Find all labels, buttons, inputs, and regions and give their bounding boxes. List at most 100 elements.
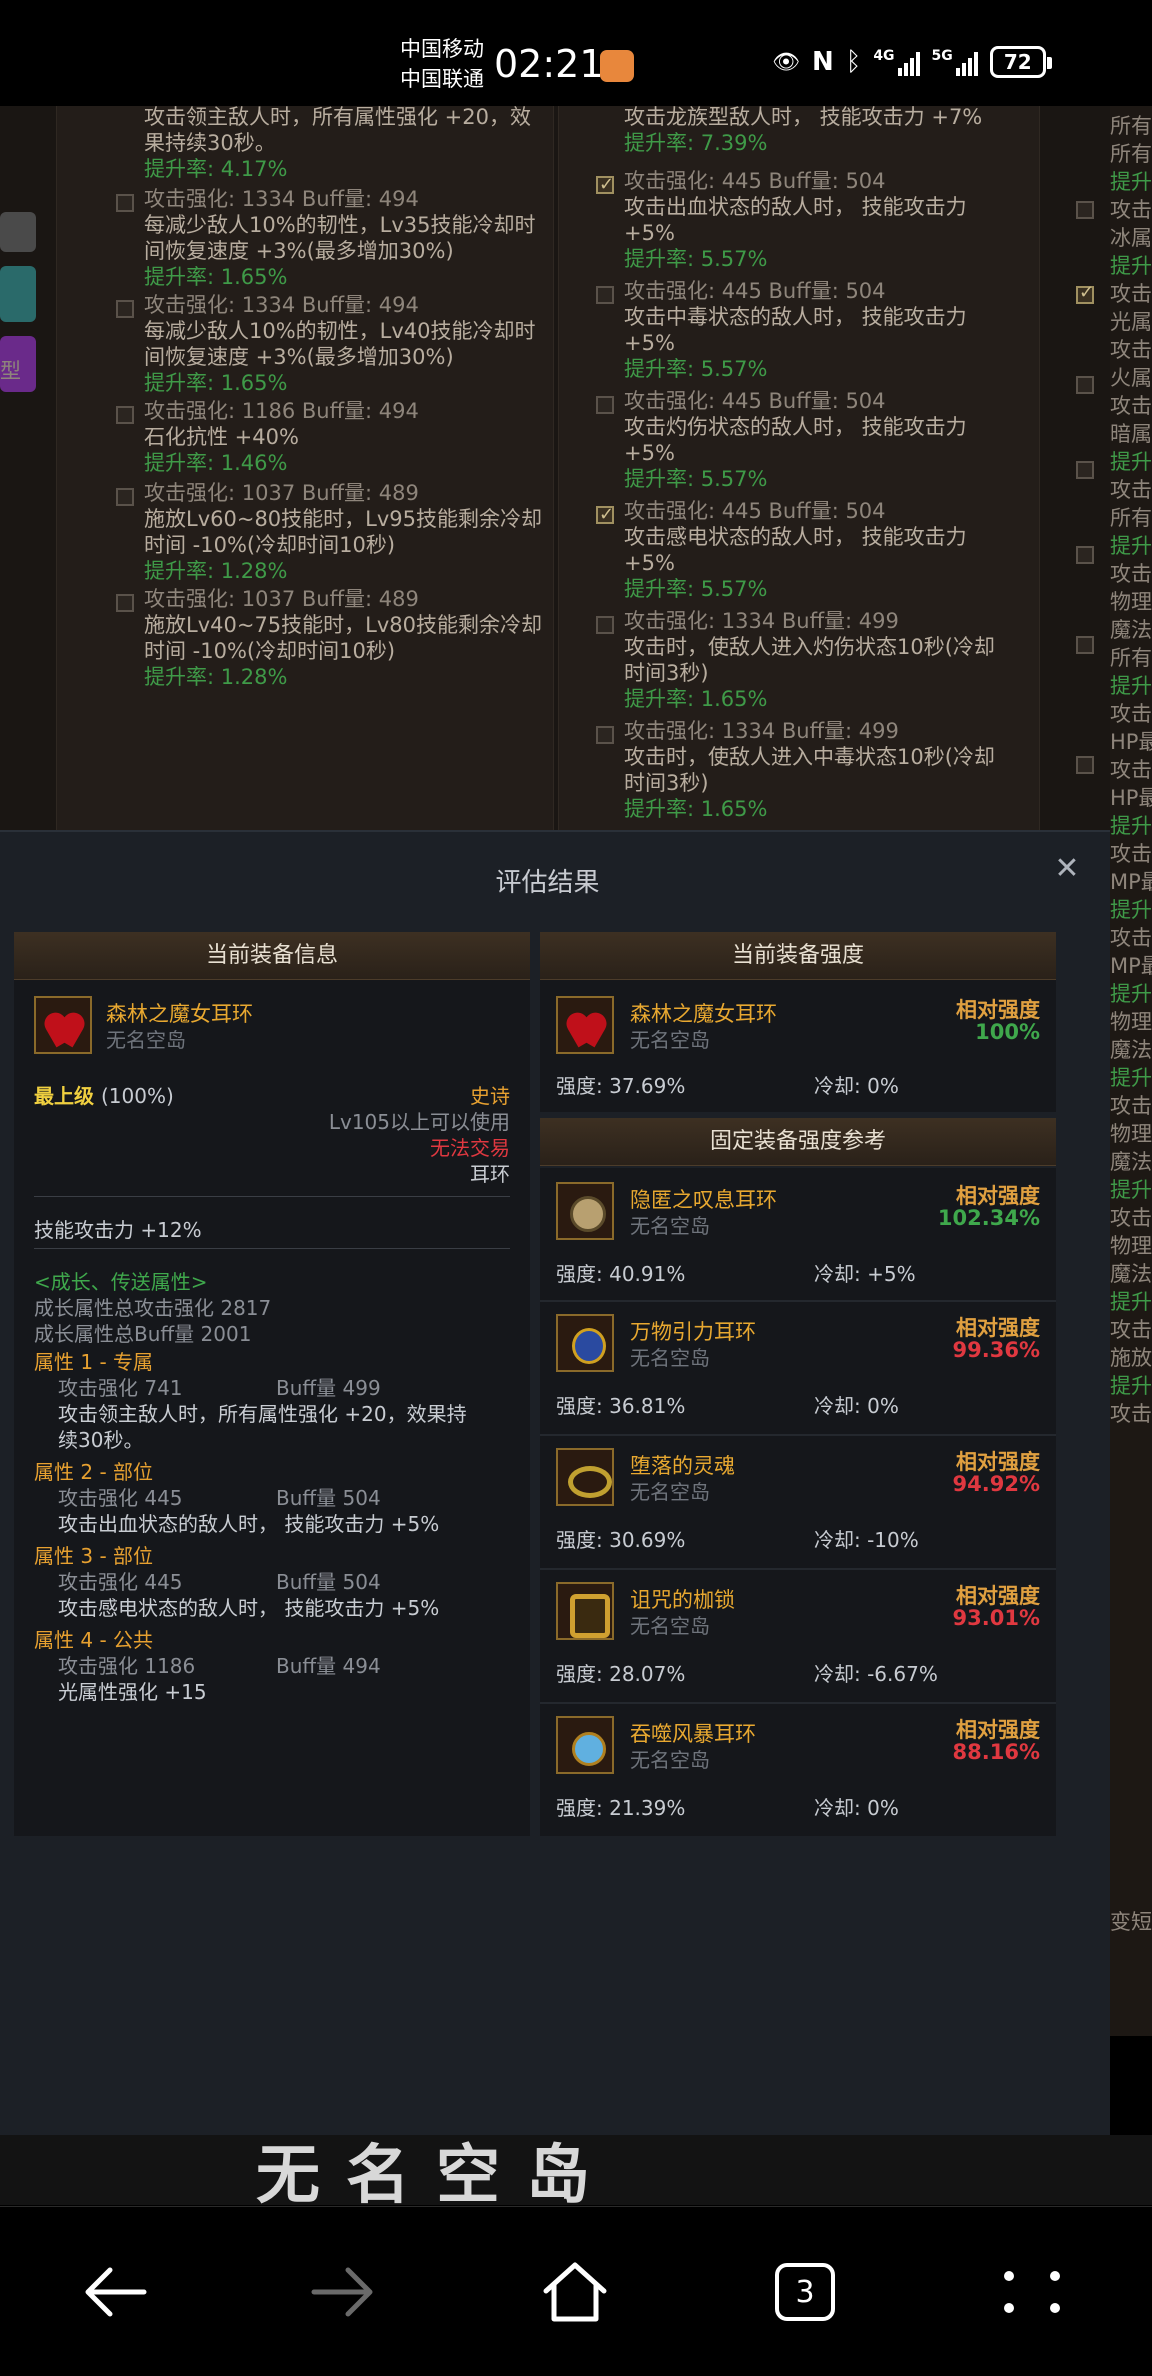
option-text: 提升率: 5.57% [624, 247, 768, 271]
close-button[interactable]: ✕ [1052, 854, 1082, 884]
earring-icon [556, 1716, 614, 1774]
option-text: 提升率: 7.39% [624, 131, 768, 155]
home-icon [543, 2262, 607, 2322]
option-text: 提升 [1110, 1290, 1152, 1314]
background-page: 型 攻击领主敌人时，所有属性强化 +20，效 果持续30秒。 提升率: 4.17% 攻… [0, 106, 1152, 830]
option-text: +5% [624, 221, 675, 245]
option-entry[interactable]: 攻击领主敌人时，所有属性强化 +20，效 果持续30秒。 提升率: 4.17% [144, 106, 544, 182]
tab-count: 3 [775, 2263, 835, 2321]
option-checkbox[interactable] [596, 502, 614, 528]
option-checkbox[interactable] [116, 594, 134, 612]
option-text: 时间 -10%(冷却时间10秒) [144, 639, 396, 663]
option-text: 攻击 [1110, 926, 1152, 950]
option-text: 提升 [1110, 1374, 1152, 1398]
option-checkbox[interactable] [1076, 636, 1094, 654]
option-text: HP最 [1110, 730, 1152, 754]
option-checkbox[interactable] [1076, 461, 1094, 479]
option-entry[interactable]: 攻击强化: 445 Buff量: 504 攻击灼伤状态的敌人时， 技能攻击力 +5%… [596, 388, 1034, 492]
strength-value: 强度: 37.69% [556, 1074, 686, 1098]
option-text: 魔法 [1110, 618, 1152, 642]
option-text: 所有 [1110, 142, 1152, 166]
reference-item[interactable]: 隐匿之叹息耳环 无名空岛 相对强度 102.34% 强度: 40.91% 冷却:… [540, 1168, 1056, 1300]
option-text: 攻击强化: 1037 Buff量: 489 [144, 481, 419, 505]
option-text: 施放Lv60~80技能时，Lv95技能剩余冷却 [144, 507, 543, 531]
option-entry[interactable]: 攻击强化: 1334 Buff量: 499 攻击时，使敌人进入中毒状态10秒(冷却… [596, 718, 1034, 822]
back-button[interactable] [40, 2207, 190, 2376]
option-text: 攻击强化: 445 Buff量: 504 [624, 499, 886, 523]
option-text: 攻击 [1110, 758, 1152, 782]
attribute-3-attack: 攻击强化 445 [58, 1570, 183, 1594]
option-text: 攻击强化: 1186 Buff量: 494 [144, 399, 419, 423]
option-entry[interactable]: 攻击强化: 445 Buff量: 504 攻击中毒状态的敌人时， 技能攻击力 +5%… [596, 278, 1034, 382]
watermark-text: 无名空岛 [256, 2138, 616, 2213]
current-equipment-strength-panel: 当前装备强度 森林之魔女耳环 无名空岛 相对强度 100% 强度: 37.69%… [540, 932, 1056, 1836]
option-checkbox[interactable] [596, 616, 614, 634]
option-entry[interactable]: 攻击强化: 445 Buff量: 504攻击感电状态的敌人时， 技能攻击力+5%… [596, 498, 1034, 602]
reference-item[interactable]: 堕落的灵魂 无名空岛 相对强度 94.92% 强度: 30.69% 冷却: -1… [540, 1436, 1056, 1568]
option-text: 攻击 [1110, 478, 1152, 502]
grade-label: 最上级 (100%) [34, 1084, 174, 1108]
option-checkbox[interactable] [1076, 376, 1094, 394]
option-text: 变短 [1110, 1910, 1152, 1934]
item-source: 无名空岛 [630, 1748, 710, 1772]
strength-value: 强度: 28.07% [556, 1662, 686, 1686]
menu-button[interactable] [960, 2207, 1110, 2376]
panel-header: 当前装备信息 [14, 932, 530, 980]
menu-dots-icon [1004, 2271, 1066, 2313]
option-text: 提升 [1110, 898, 1152, 922]
option-checkbox[interactable] [116, 488, 134, 506]
option-checkbox[interactable] [1076, 282, 1094, 304]
option-text: 魔法 [1110, 1038, 1152, 1062]
forward-button[interactable] [268, 2207, 418, 2376]
earring-icon [556, 1314, 614, 1372]
option-text: 攻击强化: 1334 Buff量: 494 [144, 187, 419, 211]
option-text: 提升率: 1.65% [144, 265, 288, 289]
relative-strength-value: 102.34% [937, 1206, 1040, 1230]
carrier-label: 中国移动 中国联通 [400, 34, 484, 94]
option-checkbox[interactable] [596, 172, 614, 198]
option-entry[interactable]: 攻击强化: 1037 Buff量: 489 施放Lv60~80技能时，Lv95技能… [116, 480, 544, 584]
left-type-label: 型 [0, 359, 21, 383]
option-text: 提升率: 1.46% [144, 451, 288, 475]
tabs-button[interactable]: 3 [730, 2207, 880, 2376]
option-text: 物理 [1110, 1010, 1152, 1034]
option-text: 时间3秒) [624, 661, 709, 685]
forward-arrow-icon [311, 2267, 373, 2317]
reference-item[interactable]: 诅咒的枷锁 无名空岛 相对强度 93.01% 强度: 28.07% 冷却: -6… [540, 1570, 1056, 1702]
option-entry[interactable]: 攻击强化: 1334 Buff量: 494 每减少敌人10%的韧性，Lv35技能冷… [116, 186, 544, 290]
relative-strength-value: 93.01% [952, 1606, 1040, 1630]
modal-title: 评估结果 [495, 868, 600, 898]
option-checkbox[interactable] [116, 194, 134, 212]
option-entry[interactable]: 攻击强化: 1334 Buff量: 499 攻击时，使敌人进入灼伤状态10秒(冷却… [596, 608, 1034, 712]
right-option-column: 所有 所有 提升 攻击 冰属 提升 攻击 光属 攻击 火属 攻击 暗属 提升 攻击 所有 提升 攻击 物理 魔法 所有… [1110, 106, 1152, 2036]
attribute-3-buff: Buff量 504 [276, 1570, 381, 1594]
option-text: 攻击强化: 1334 Buff量: 499 [624, 719, 899, 743]
option-text: 提升率: 4.17% [144, 157, 288, 181]
option-checkbox[interactable] [1076, 546, 1094, 564]
option-checkbox[interactable] [116, 300, 134, 318]
option-checkbox[interactable] [596, 726, 614, 744]
reference-item[interactable]: 万物引力耳环 无名空岛 相对强度 99.36% 强度: 36.81% 冷却: 0… [540, 1302, 1056, 1434]
option-checkbox[interactable] [116, 406, 134, 424]
option-text: 提升 [1110, 674, 1152, 698]
option-checkbox[interactable] [596, 396, 614, 414]
option-entry[interactable]: 攻击龙族型敌人时， 技能攻击力 +7% 提升率: 7.39% [624, 106, 1034, 156]
earring-icon [34, 996, 92, 1054]
option-entry[interactable]: 攻击强化: 445 Buff量: 504攻击出血状态的敌人时， 技能攻击力+5%… [596, 168, 1034, 272]
option-entry[interactable]: 攻击强化: 1037 Buff量: 489 施放Lv40~75技能时，Lv80技能… [116, 586, 544, 690]
option-checkbox[interactable] [1076, 201, 1094, 219]
option-checkbox[interactable] [1076, 756, 1094, 774]
option-entry[interactable]: 攻击强化: 1334 Buff量: 494 每减少敌人10%的韧性，Lv40技能冷… [116, 292, 544, 396]
option-text: 时间 -10%(冷却时间10秒) [144, 533, 396, 557]
rarity-label: 史诗 [470, 1084, 510, 1108]
option-text: MP最 [1110, 954, 1152, 978]
trade-restriction: 无法交易 [430, 1136, 510, 1160]
option-text: 攻击 [1110, 1094, 1152, 1118]
option-checkbox[interactable] [596, 286, 614, 304]
strength-value: 强度: 21.39% [556, 1796, 686, 1820]
option-entry[interactable]: 攻击强化: 1186 Buff量: 494 石化抗性 +40% 提升率: 1.46% [116, 398, 544, 476]
reference-item[interactable]: 吞噬风暴耳环 无名空岛 相对强度 88.16% 强度: 21.39% 冷却: 0… [540, 1704, 1056, 1836]
home-button[interactable] [500, 2207, 650, 2376]
slot-label: 耳环 [470, 1162, 510, 1186]
option-text: 攻击 [1110, 702, 1152, 726]
